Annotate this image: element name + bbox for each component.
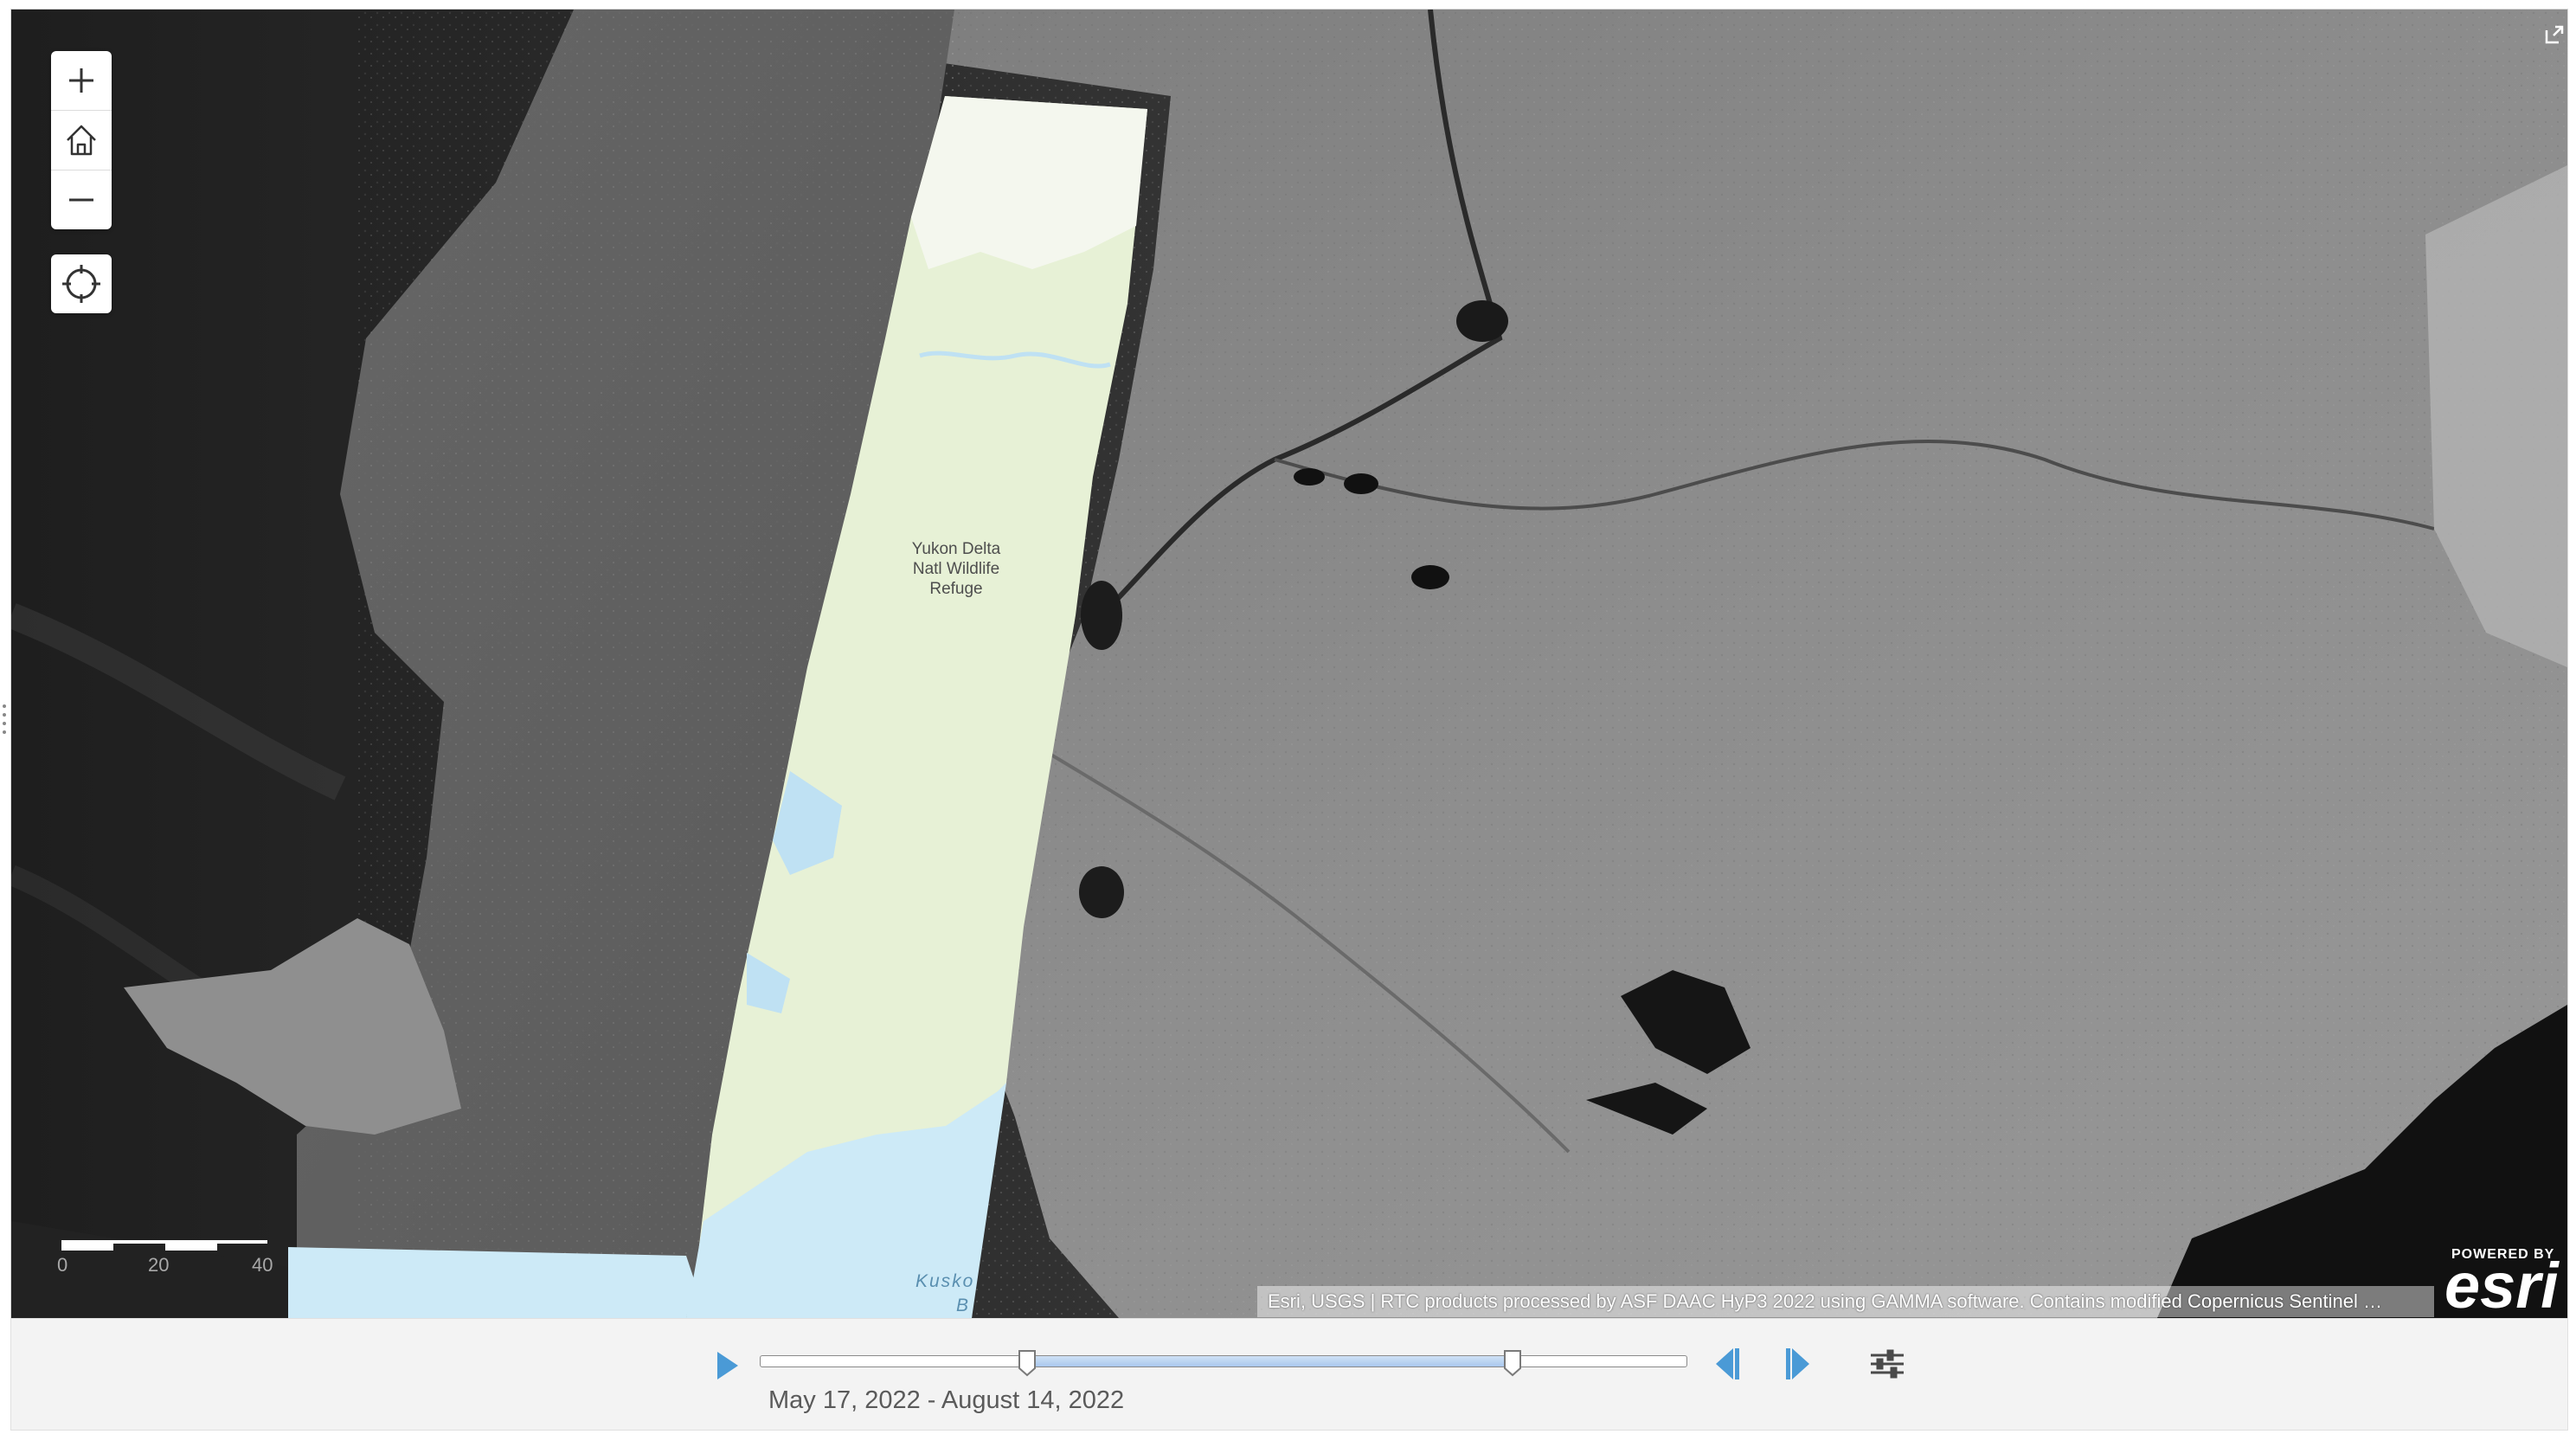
slider-end-thumb[interactable] <box>1503 1349 1522 1377</box>
app-root: Yukon Delta Natl Wildlife Refuge Kusko B… <box>0 0 2576 1434</box>
time-slider: May 17, 2022 - August 14, 2022 <box>10 1318 2568 1431</box>
play-button[interactable] <box>709 1348 743 1383</box>
slider-selected-range <box>1027 1356 1513 1366</box>
previous-icon <box>1716 1348 1739 1379</box>
scale-label-0: 0 <box>57 1254 68 1276</box>
zoom-control <box>51 51 112 229</box>
home-button[interactable] <box>51 111 112 170</box>
place-label-refuge: Yukon Delta Natl Wildlife Refuge <box>911 540 1001 598</box>
scale-label-40: 40 <box>252 1254 273 1276</box>
locate-button[interactable] <box>51 254 112 313</box>
locate-icon <box>62 265 100 303</box>
settings-sliders-icon <box>1871 1349 1904 1379</box>
zoom-out-button[interactable] <box>51 170 112 229</box>
settings-button[interactable] <box>1867 1345 1907 1383</box>
slider-track[interactable] <box>760 1350 1687 1377</box>
slider-start-thumb[interactable] <box>1018 1349 1037 1377</box>
next-icon <box>1786 1348 1809 1379</box>
panel-resize-grip[interactable] <box>2 701 7 736</box>
map-attribution[interactable]: Esri, USGS | RTC products processed by A… <box>1257 1286 2434 1317</box>
esri-wordmark: esri <box>2444 1250 2559 1319</box>
water-label-kuskokwim: Kusko B <box>915 1271 975 1315</box>
zoom-in-icon <box>69 68 93 93</box>
scale-label-20: 20 <box>148 1254 170 1276</box>
zoom-out-icon <box>69 198 93 202</box>
play-icon <box>717 1352 738 1379</box>
home-icon <box>67 125 96 156</box>
zoom-in-button[interactable] <box>51 51 112 111</box>
expand-icon[interactable] <box>2541 22 2567 48</box>
previous-button[interactable] <box>1707 1345 1742 1383</box>
time-extent-label: May 17, 2022 - August 14, 2022 <box>768 1386 1125 1414</box>
next-button[interactable] <box>1783 1345 1818 1383</box>
map-imagery <box>11 10 2567 1318</box>
map-view[interactable]: Yukon Delta Natl Wildlife Refuge Kusko B… <box>10 9 2568 1319</box>
